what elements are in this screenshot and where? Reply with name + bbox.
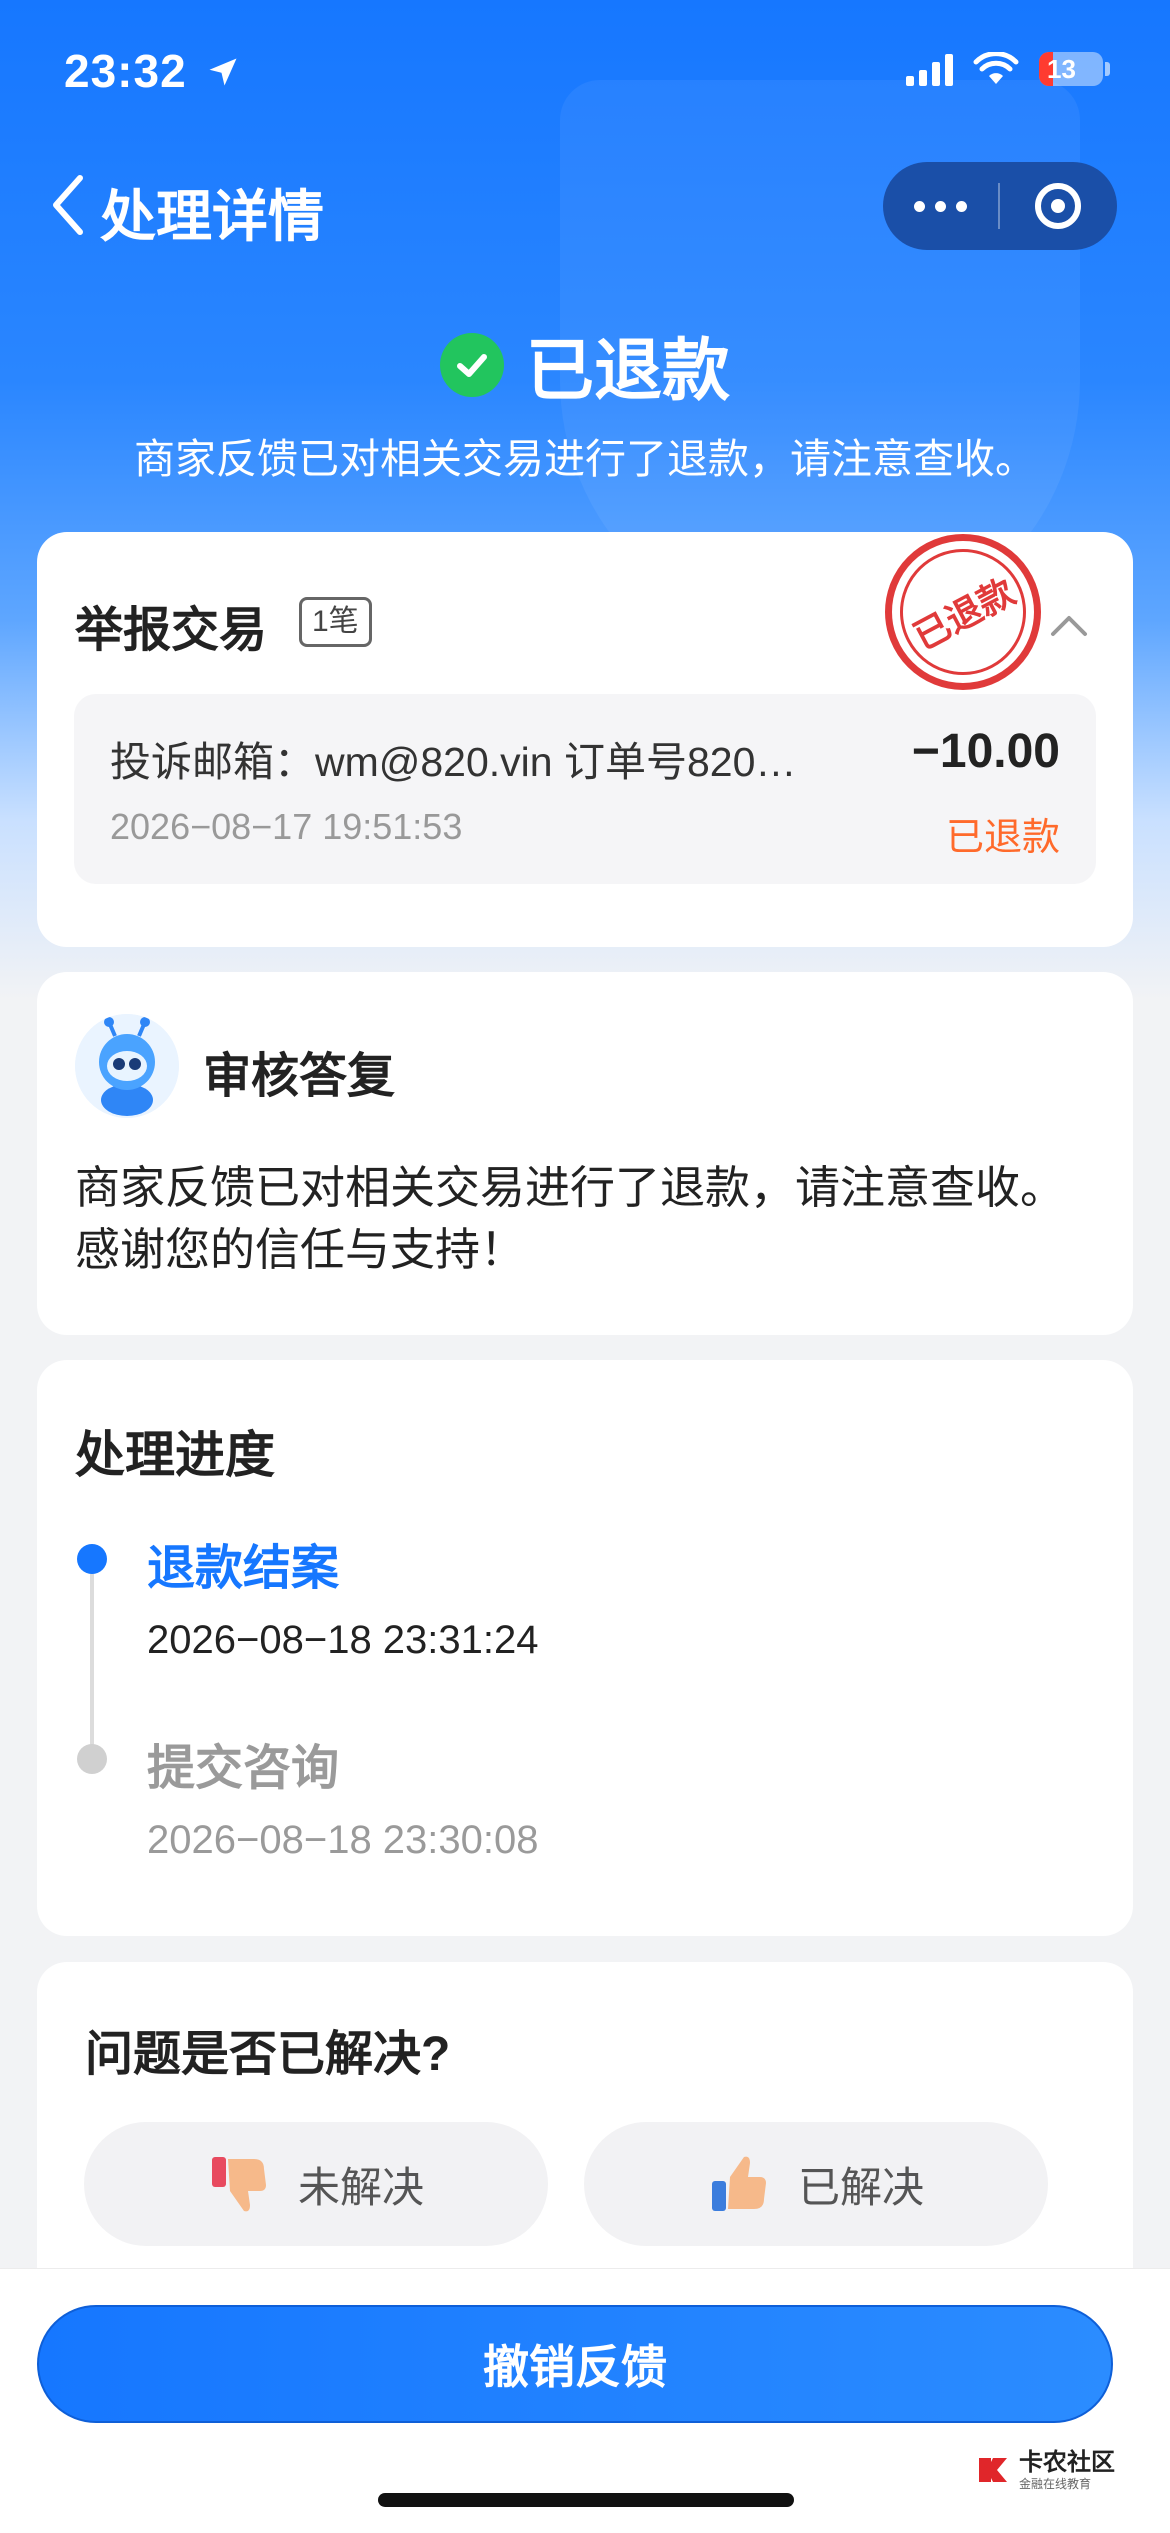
- close-miniapp-button[interactable]: [1000, 162, 1115, 250]
- progress-title: 处理进度: [75, 1427, 275, 1483]
- transaction-item[interactable]: 投诉邮箱：wm@820.vin 订单号820… −10.00 2026−08−1…: [74, 694, 1096, 884]
- status-indicators: 13: [906, 52, 1110, 86]
- location-arrow-icon: [209, 58, 237, 86]
- transaction-time: 2026−08−17 19:51:53: [110, 806, 463, 847]
- status-header: 已退款: [0, 315, 1170, 414]
- watermark-subtitle: 金融在线教育: [1019, 2476, 1092, 2491]
- count-badge: 1笔: [299, 597, 372, 647]
- progress-card: 处理进度 退款结案 2026−08−18 23:31:24 提交咨询 2026−…: [37, 1360, 1133, 1936]
- thumbs-down-icon: [211, 2157, 266, 2212]
- kanong-logo-icon: [979, 2458, 1007, 2482]
- battery-level: 13: [1047, 53, 1076, 84]
- refunded-stamp: 已退款: [877, 526, 1049, 698]
- transaction-description: 投诉邮箱：wm@820.vin 订单号820…: [110, 739, 797, 785]
- success-check-icon: [439, 332, 504, 397]
- resolution-card: 问题是否已解决? 未解决 已解决: [37, 1962, 1133, 2282]
- wifi-icon: [973, 52, 1019, 84]
- ant-mascot-avatar: [75, 1014, 179, 1118]
- timeline-dot-inactive: [77, 1744, 107, 1774]
- timeline-line: [90, 1560, 94, 1758]
- watermark-title: 卡农社区: [1019, 2448, 1115, 2476]
- timeline-step-time: 2026−08−18 23:31:24: [147, 1618, 539, 1662]
- status-title: 已退款: [525, 333, 730, 409]
- miniapp-capsule: [883, 162, 1117, 250]
- resolved-button[interactable]: 已解决: [584, 2122, 1048, 2246]
- timeline-step-time: 2026−08−18 23:30:08: [147, 1818, 539, 1862]
- transaction-amount: −10.00: [911, 725, 1060, 778]
- cellular-signal-icon: [906, 52, 953, 86]
- target-circle-icon: [1034, 183, 1081, 229]
- status-description: 商家反馈已对相关交易进行了退款，请注意查收。: [134, 436, 1036, 482]
- more-options-button[interactable]: [883, 162, 998, 250]
- review-text: 商家反馈已对相关交易进行了退款，请注意查收。感谢您的信任与支持！: [75, 1162, 1066, 1275]
- report-title: 举报交易: [75, 604, 268, 657]
- back-chevron-icon[interactable]: [48, 172, 88, 238]
- stamp-text: 已退款: [906, 570, 1022, 658]
- nav-bar: 处理详情: [0, 150, 1170, 260]
- thumbs-up-icon: [711, 2156, 766, 2211]
- resolution-question: 问题是否已解决?: [85, 2028, 451, 2081]
- report-transaction-card: 举报交易 1笔 已退款 投诉邮箱：wm@820.vin 订单号820… −10.…: [37, 526, 1133, 947]
- battery-icon: 13: [1039, 52, 1103, 86]
- unresolved-button[interactable]: 未解决: [84, 2122, 548, 2246]
- timeline-dot-active: [77, 1544, 107, 1574]
- transaction-status: 已退款: [945, 817, 1060, 859]
- status-bar: 23:32 13: [0, 0, 1170, 140]
- review-reply-card: 审核答复 商家反馈已对相关交易进行了退款，请注意查收。感谢您的信任与支持！: [37, 972, 1133, 1335]
- kanong-watermark: 卡农社区 金融在线教育: [975, 2445, 1135, 2495]
- timeline-step-label: 提交咨询: [147, 1742, 340, 1795]
- timeline-step-label: 退款结案: [147, 1542, 340, 1595]
- more-dots-icon: [914, 200, 925, 212]
- bottom-action-bar: 撤销反馈 卡农社区 金融在线教育: [0, 2268, 1170, 2533]
- unresolved-label: 未解决: [297, 2163, 424, 2211]
- page-title: 处理详情: [100, 185, 324, 248]
- status-time: 23:32: [64, 45, 187, 97]
- resolved-label: 已解决: [797, 2163, 924, 2211]
- home-indicator: [378, 2493, 794, 2507]
- cancel-feedback-button[interactable]: 撤销反馈: [37, 2305, 1113, 2423]
- chevron-up-icon[interactable]: [1049, 612, 1089, 638]
- review-title: 审核答复: [203, 1050, 396, 1103]
